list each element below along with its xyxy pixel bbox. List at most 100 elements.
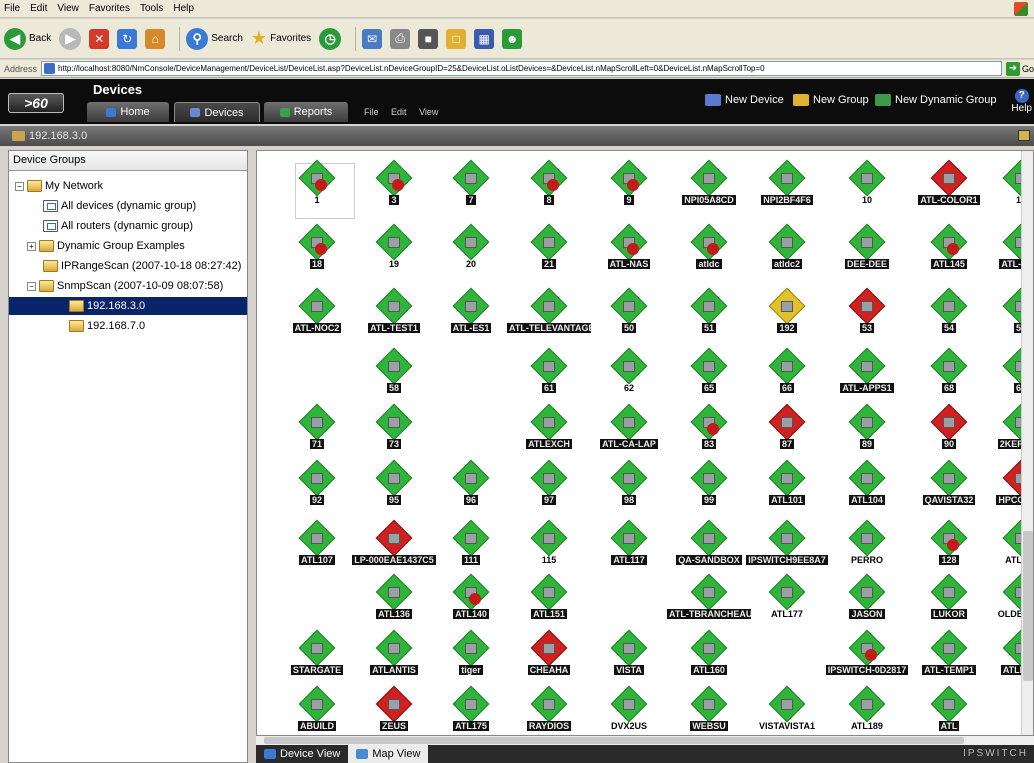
tab-home[interactable]: Home [87,102,169,122]
device-1[interactable]: 3 [352,159,436,227]
device-0[interactable]: 1 [275,159,359,227]
device-20[interactable]: ATL-NOC2 [275,287,359,355]
device-27[interactable]: 53 [825,287,909,355]
device-92[interactable]: ATL [907,685,991,735]
help-button[interactable]: ? Help [1011,89,1032,114]
tree-node-label: IPRangeScan (2007-10-18 08:27:42) [61,260,242,272]
device-90[interactable]: VISTAVISTA1 [745,685,829,735]
back-button[interactable]: ◀ Back [4,27,51,50]
device-51[interactable]: 98 [587,459,671,527]
whatsup-logo[interactable]: >60 [8,93,64,113]
home-button[interactable]: ⌂ [145,28,166,49]
tab-device-view[interactable]: Device View [256,745,348,763]
device-label: 50 [587,323,671,333]
device-10[interactable]: 18 [275,223,359,291]
tab-devices[interactable]: Devices [174,102,260,122]
device-11[interactable]: 19 [352,223,436,291]
app-menu-edit[interactable]: Edit [391,107,407,117]
menu-favorites[interactable]: Favorites [89,3,130,14]
tree-node-snmpscan[interactable]: − SnmpScan (2007-10-09 08:07:58) [27,277,223,295]
device-88[interactable]: DVX2US [587,685,671,735]
device-12[interactable]: 20 [429,223,513,291]
tree-node-all-routers[interactable]: All routers (dynamic group) [43,217,193,235]
options-icon[interactable] [1018,130,1030,141]
address-input[interactable]: http://localhost:8080/NmConsole/DeviceMa… [41,61,1002,76]
app-menu-view[interactable]: View [419,107,438,117]
device-86[interactable]: ATL175 [429,685,513,735]
search-button[interactable]: ⚲ Search [186,27,243,50]
device-26[interactable]: 192 [745,287,829,355]
device-53[interactable]: ATL101 [745,459,829,527]
device-6[interactable]: NPI2BF4F6 [745,159,829,227]
folder-button[interactable]: □ [446,28,467,49]
device-2[interactable]: 7 [429,159,513,227]
device-91[interactable]: ATL189 [825,685,909,735]
new-device-button[interactable]: New Device [705,94,784,106]
tab-reports[interactable]: Reports [264,102,348,122]
device-57[interactable]: ATL107 [275,519,359,587]
device-89[interactable]: WEBSU [667,685,751,735]
favorites-button[interactable]: ★ Favorites [251,28,311,49]
device-48[interactable]: 95 [352,459,436,527]
device-87[interactable]: RAYDIOS [507,685,591,735]
messenger-button[interactable]: ☻ [502,28,523,49]
device-21[interactable]: ATL-TEST1 [352,287,436,355]
down-monitor-icon [469,593,481,605]
tree-node-dynamic-group-examples[interactable]: + Dynamic Group Examples [27,237,185,255]
device-71[interactable]: ATL177 [745,573,829,641]
device-13[interactable]: 21 [507,223,591,291]
device-3[interactable]: 8 [507,159,591,227]
menu-view[interactable]: View [57,3,79,14]
new-dynamic-group-button[interactable]: New Dynamic Group [875,94,996,106]
forward-button[interactable]: ▶ [59,27,82,50]
edit-button[interactable]: ■ [418,28,439,49]
tree-node-192-168-3-0[interactable]: 192.168.3.0 [9,297,247,315]
device-17[interactable]: DEE-DEE [825,223,909,291]
device-61[interactable]: ATL117 [587,519,671,587]
tree-node-all-devices[interactable]: All devices (dynamic group) [43,197,196,215]
device-label-text: 51 [701,323,716,333]
menu-help[interactable]: Help [173,3,194,14]
mail-button[interactable]: ✉ [362,28,383,49]
device-23[interactable]: ATL-TELEVANTAGE [507,287,591,355]
device-label-text: ATL177 [771,609,803,619]
device-7[interactable]: 10 [825,159,909,227]
device-16[interactable]: atldc2 [745,223,829,291]
refresh-button[interactable]: ↻ [117,28,138,49]
device-47[interactable]: 92 [275,459,359,527]
menu-tools[interactable]: Tools [140,3,163,14]
device-84[interactable]: ABUILD [275,685,359,735]
tree-node-192-168-7-0[interactable]: 192.168.7.0 [69,317,145,335]
menu-file[interactable]: File [4,3,20,14]
device-15[interactable]: atldc [667,223,751,291]
device-24[interactable]: 50 [587,287,671,355]
history-button[interactable]: ◷ [319,27,342,50]
new-group-button[interactable]: New Group [793,94,869,106]
tree-node-my-network[interactable]: − My Network [15,177,103,195]
device-54[interactable]: ATL104 [825,459,909,527]
scroll-thumb[interactable] [264,737,964,744]
device-25[interactable]: 51 [667,287,751,355]
collapse-icon[interactable]: − [27,281,36,291]
tree-node-iprangescan[interactable]: IPRangeScan (2007-10-18 08:27:42) [43,257,241,275]
device-14[interactable]: ATL-NAS [587,223,671,291]
menu-edit[interactable]: Edit [30,3,47,14]
app-menu-file[interactable]: File [364,107,379,117]
scroll-thumb[interactable] [1023,531,1033,681]
collapse-icon[interactable]: − [15,181,24,191]
device-85[interactable]: ZEUS [352,685,436,735]
device-22[interactable]: ATL-ES1 [429,287,513,355]
device-50[interactable]: 97 [507,459,591,527]
vertical-scrollbar[interactable] [1021,151,1033,735]
print-button[interactable]: ⎙ [390,28,411,49]
tab-map-view[interactable]: Map View [348,745,429,763]
device-49[interactable]: 96 [429,459,513,527]
expand-icon[interactable]: + [27,241,36,251]
go-button[interactable]: ➜ Go [1005,61,1034,76]
device-52[interactable]: 99 [667,459,751,527]
stop-button[interactable]: ✕ [89,28,110,49]
research-button[interactable]: ▦ [474,28,495,49]
device-4[interactable]: 9 [587,159,671,227]
device-5[interactable]: NPI05A8CD [667,159,751,227]
horizontal-scrollbar[interactable] [256,736,1034,745]
